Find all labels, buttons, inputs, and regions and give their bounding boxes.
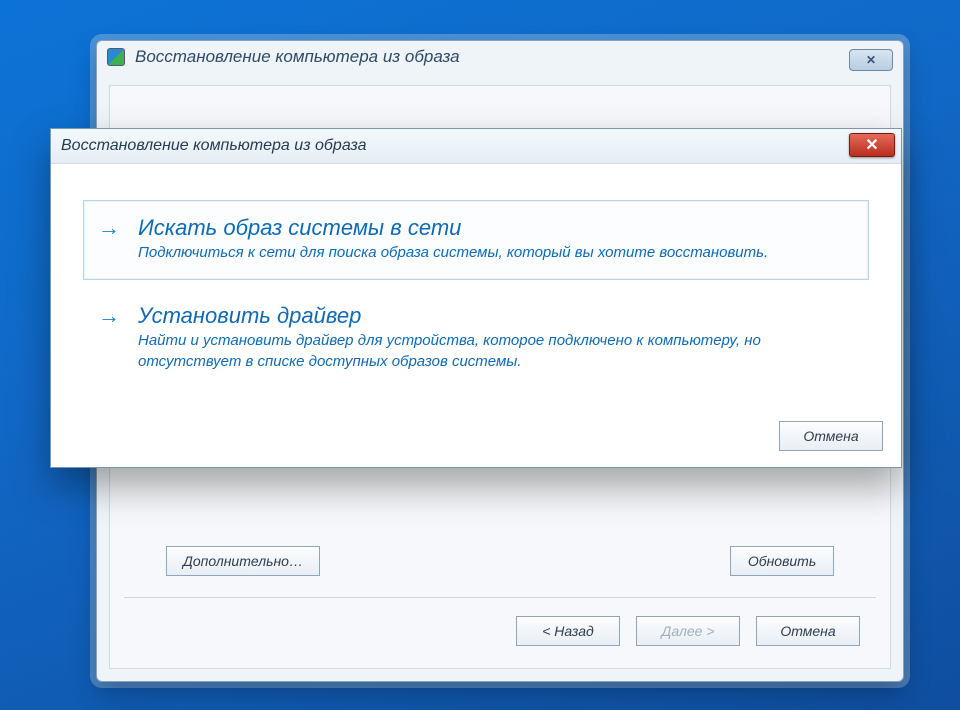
refresh-button[interactable]: Обновить (730, 546, 834, 576)
option-description: Найти и установить драйвер для устройств… (138, 331, 852, 372)
dialog-window: Восстановление компьютера из образа ✕ → … (50, 128, 902, 468)
wizard-title: Восстановление компьютера из образа (135, 47, 460, 67)
arrow-right-icon: → (98, 215, 120, 263)
app-icon (107, 48, 125, 66)
wizard-nav-buttons: < Назад Далее > Отмена (516, 616, 860, 646)
close-icon: ✕ (865, 135, 878, 155)
option-description: Подключиться к сети для поиска образа си… (138, 243, 852, 263)
next-button: Далее > (636, 616, 740, 646)
dialog-body: → Искать образ системы в сети Подключить… (51, 164, 901, 411)
dialog-title: Восстановление компьютера из образа (61, 137, 367, 155)
option-install-driver[interactable]: → Установить драйвер Найти и установить … (83, 288, 869, 389)
option-text: Установить драйвер Найти и установить др… (138, 303, 852, 372)
dialog-cancel-button[interactable]: Отмена (779, 421, 883, 451)
wizard-close-button[interactable]: ✕ (849, 49, 893, 71)
wizard-titlebar: Восстановление компьютера из образа (97, 41, 903, 73)
dialog-footer: Отмена (51, 411, 901, 467)
back-button[interactable]: < Назад (516, 616, 620, 646)
divider (124, 597, 876, 598)
option-search-network[interactable]: → Искать образ системы в сети Подключить… (83, 200, 869, 280)
close-icon: ✕ (866, 53, 876, 67)
wizard-secondary-buttons: Дополнительно… Обновить (166, 546, 834, 576)
arrow-right-icon: → (98, 303, 120, 372)
advanced-button[interactable]: Дополнительно… (166, 546, 320, 576)
option-title: Установить драйвер (138, 303, 852, 329)
option-text: Искать образ системы в сети Подключиться… (138, 215, 852, 263)
option-title: Искать образ системы в сети (138, 215, 852, 241)
dialog-close-button[interactable]: ✕ (849, 133, 895, 157)
wizard-cancel-button[interactable]: Отмена (756, 616, 860, 646)
dialog-titlebar: Восстановление компьютера из образа (51, 129, 901, 164)
